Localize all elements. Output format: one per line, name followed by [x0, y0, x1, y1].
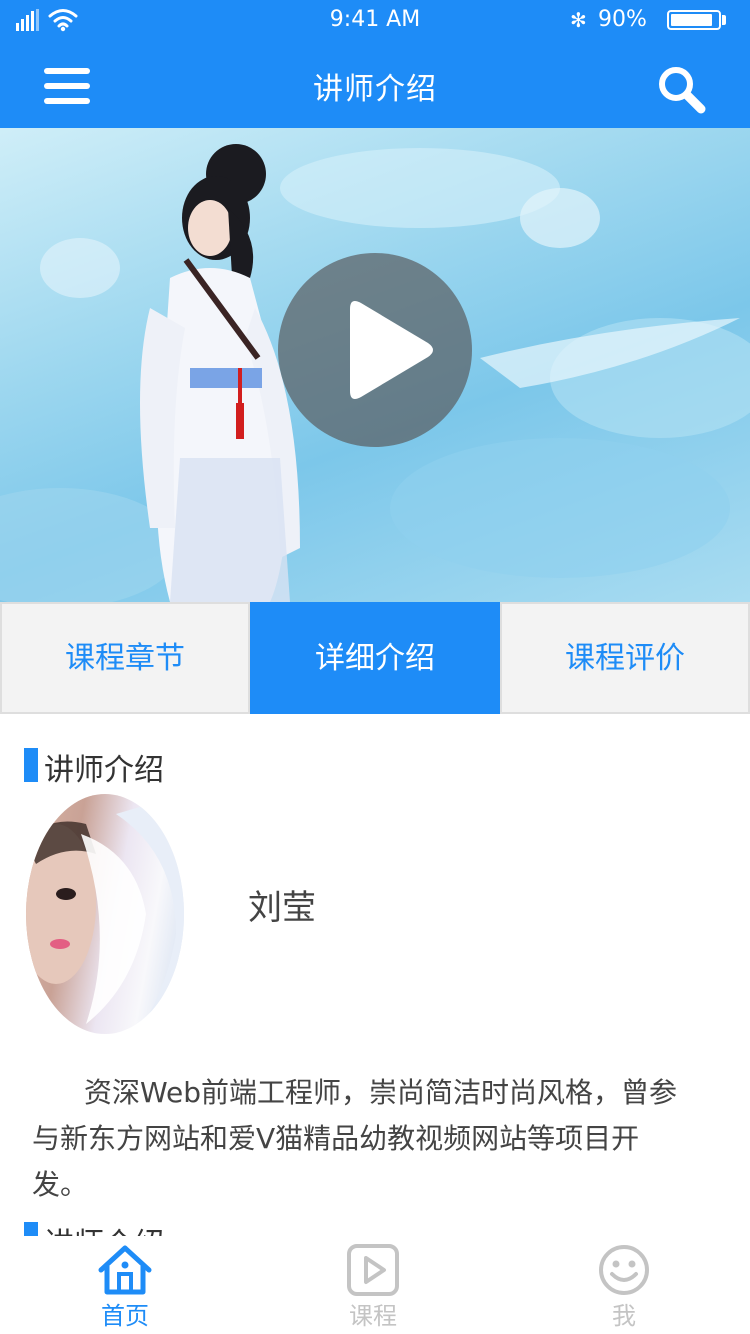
tab-reviews[interactable]: 课程评价 — [500, 602, 750, 714]
bluetooth-icon: ✻ — [570, 8, 587, 32]
section-marker — [24, 748, 38, 782]
teacher-name: 刘莹 — [248, 888, 316, 928]
video-player[interactable] — [0, 128, 750, 602]
next-section-title: 讲师介绍 — [44, 1219, 164, 1236]
section-title: 讲师介绍 — [44, 753, 164, 788]
battery-tip — [722, 15, 726, 25]
course-tabs: 课程章节 详细介绍 课程评价 — [0, 602, 750, 716]
bottom-nav-home-label: 首页 — [101, 1302, 149, 1330]
bottom-tab-bar: 首页 课程 我 — [0, 1236, 750, 1334]
bottom-nav-me-label: 我 — [612, 1302, 636, 1330]
next-section-marker — [24, 1222, 38, 1236]
home-icon — [98, 1245, 152, 1295]
bottom-nav-me[interactable]: 我 — [564, 1236, 684, 1334]
search-icon[interactable] — [656, 64, 708, 116]
tab-chapters[interactable]: 课程章节 — [0, 602, 250, 714]
bottom-nav-course-label: 课程 — [349, 1302, 397, 1330]
teacher-bio: 资深Web前端工程师，崇尚简洁时尚风格，曾参与新东方网站和爱V猫精品幼教视频网站… — [32, 1076, 678, 1201]
status-bar: 9:41 AM ✻ 90% — [0, 0, 750, 40]
battery-icon — [667, 10, 721, 30]
play-button[interactable] — [278, 253, 472, 447]
battery-percent: 90% — [598, 7, 647, 32]
bottom-nav-course[interactable]: 课程 — [313, 1236, 433, 1334]
smile-face-icon — [599, 1245, 649, 1295]
page-title: 讲师介绍 — [313, 72, 437, 107]
teacher-avatar — [26, 794, 184, 1034]
battery-fill — [671, 14, 712, 26]
bottom-nav-home[interactable]: 首页 — [65, 1236, 185, 1334]
avatar-image — [26, 794, 184, 1034]
play-icon — [350, 301, 433, 399]
course-play-icon — [347, 1244, 399, 1296]
tab-details[interactable]: 详细介绍 — [250, 602, 500, 714]
next-section-clip: 讲师介绍 — [0, 1218, 750, 1236]
nav-bar: 讲师介绍 — [0, 40, 750, 128]
